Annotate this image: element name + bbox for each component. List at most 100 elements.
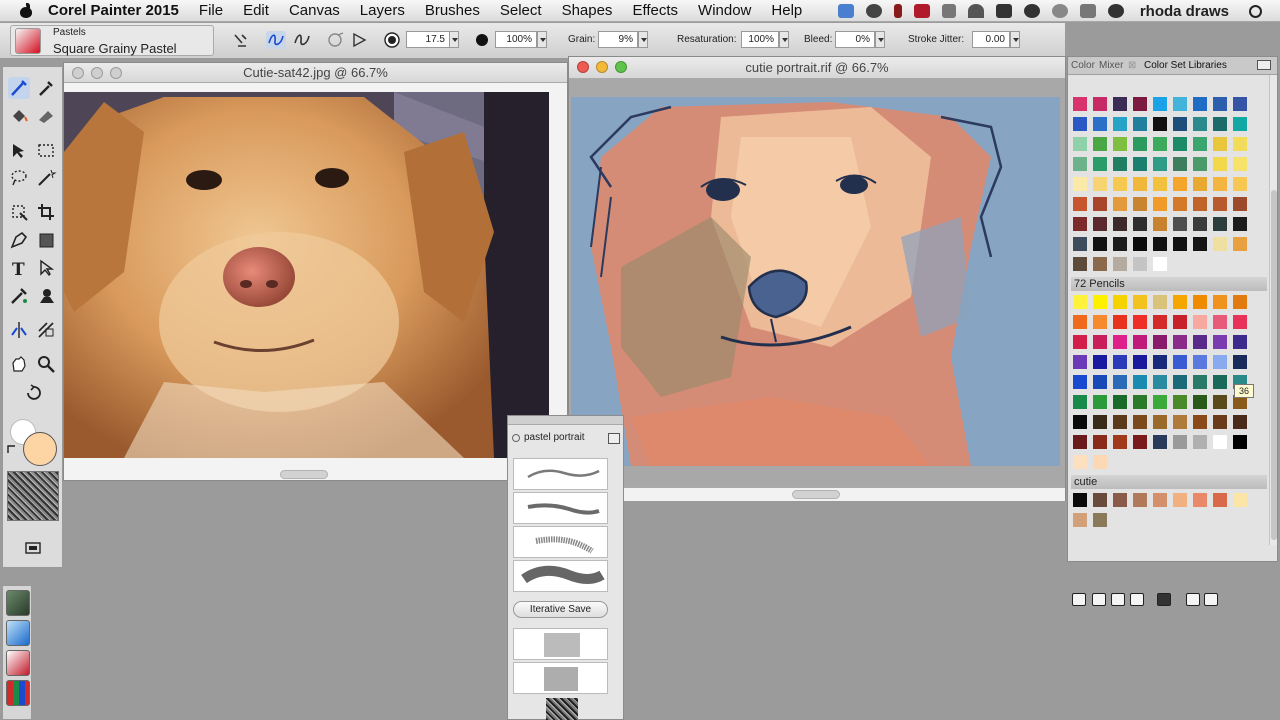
menu-file[interactable]: File (189, 2, 233, 19)
color-swatch[interactable] (1133, 97, 1147, 111)
grainy-blender-button[interactable] (513, 628, 608, 660)
main-color-swatch[interactable] (23, 432, 57, 466)
pastel-stroke-thin-button[interactable] (513, 458, 608, 490)
color-swatch[interactable] (1073, 435, 1087, 449)
color-swatch[interactable] (1173, 435, 1187, 449)
scroll-thumb[interactable] (1271, 190, 1277, 540)
color-swatch[interactable] (1073, 295, 1087, 309)
color-swatch[interactable] (1113, 395, 1127, 409)
color-swatch[interactable] (1113, 355, 1127, 369)
grabber-tool-icon[interactable] (8, 353, 30, 375)
color-set-from-layer-icon[interactable] (1130, 593, 1144, 606)
color-swatch[interactable] (1233, 295, 1247, 309)
rotate-page-tool-icon[interactable] (22, 383, 44, 405)
color-swatch[interactable] (1233, 335, 1247, 349)
iterative-save-button[interactable]: Iterative Save (513, 601, 608, 618)
color-swatch[interactable] (1073, 177, 1087, 191)
gradient-library-icon[interactable] (6, 620, 30, 646)
palette-menu-icon[interactable] (608, 433, 620, 444)
close-tab-icon[interactable]: ⊠ (1128, 60, 1136, 71)
color-swatch[interactable] (1073, 237, 1087, 251)
color-swatch[interactable] (1173, 375, 1187, 389)
color-swatch[interactable] (1213, 395, 1227, 409)
damping-icon[interactable] (292, 31, 312, 49)
nozzle-library-icon[interactable] (6, 650, 30, 676)
color-swatch[interactable] (1113, 117, 1127, 131)
color-swatch[interactable] (1093, 257, 1107, 271)
color-swatch[interactable] (1073, 197, 1087, 211)
shape-tool-icon[interactable] (35, 229, 57, 251)
text-tool-icon[interactable]: T (8, 257, 30, 280)
color-swatch[interactable] (1173, 335, 1187, 349)
menu-window[interactable]: Window (688, 2, 761, 19)
opacity-field[interactable]: 100% (495, 31, 537, 48)
color-swatch[interactable] (1153, 335, 1167, 349)
color-swatch[interactable] (1133, 237, 1147, 251)
menu-app[interactable]: Corel Painter 2015 (46, 2, 189, 19)
color-swatch[interactable] (1213, 177, 1227, 191)
color-swatch[interactable] (1093, 237, 1107, 251)
sync-icon[interactable] (1023, 4, 1040, 18)
color-swatch[interactable] (1213, 197, 1227, 211)
color-swatch[interactable] (1133, 117, 1147, 131)
triangle-icon[interactable] (350, 31, 370, 49)
color-swatch[interactable] (1213, 435, 1227, 449)
color-swatch[interactable] (1213, 355, 1227, 369)
color-swatch[interactable] (1193, 355, 1207, 369)
color-swatch[interactable] (1093, 395, 1107, 409)
color-swatch[interactable] (1153, 97, 1167, 111)
color-swatch[interactable] (1173, 355, 1187, 369)
lasso-tool-icon[interactable] (8, 167, 30, 189)
color-swatch[interactable] (1213, 315, 1227, 329)
menu-edit[interactable]: Edit (233, 2, 279, 19)
wifi-icon[interactable] (967, 4, 984, 18)
recorder-icon[interactable] (913, 4, 930, 18)
color-swatch[interactable] (1233, 493, 1247, 507)
color-swatch[interactable] (1073, 375, 1087, 389)
color-swatch[interactable] (1153, 295, 1167, 309)
color-swatch[interactable] (1073, 117, 1087, 131)
pastel-stroke-grainy-button[interactable] (513, 526, 608, 558)
color-swatch[interactable] (1073, 257, 1087, 271)
resaturation-field[interactable]: 100% (741, 31, 779, 48)
color-swatch[interactable] (1093, 375, 1107, 389)
paper-texture-selector[interactable] (7, 471, 59, 521)
rubber-stamp-tool-icon[interactable] (35, 285, 57, 307)
resaturation-dropdown[interactable] (779, 31, 789, 48)
color-swatch[interactable] (1153, 197, 1167, 211)
color-swatch[interactable] (1093, 137, 1107, 151)
color-swatch[interactable] (1153, 375, 1167, 389)
close-button[interactable] (72, 67, 84, 79)
color-swatch[interactable] (1173, 493, 1187, 507)
vertical-scrollbar[interactable] (1269, 75, 1277, 545)
tab-mixer[interactable]: Mixer (1099, 60, 1123, 71)
color-swatch[interactable] (1233, 157, 1247, 171)
color-swatch[interactable] (1093, 97, 1107, 111)
color-swatch[interactable] (1153, 315, 1167, 329)
tab-color[interactable]: Color (1071, 60, 1095, 71)
tab-color-set-libraries[interactable]: Color Set Libraries (1144, 60, 1227, 71)
color-swatch[interactable] (1113, 97, 1127, 111)
color-swatch[interactable] (1173, 237, 1187, 251)
color-swatch[interactable] (1153, 257, 1167, 271)
color-set-from-image-icon[interactable] (1111, 593, 1125, 606)
menu-shapes[interactable]: Shapes (552, 2, 623, 19)
magnifier-tool-icon[interactable] (35, 353, 57, 375)
minimize-button[interactable] (596, 61, 608, 73)
move-icon[interactable] (941, 4, 956, 18)
size-dropdown[interactable] (449, 31, 459, 48)
pen-tool-icon[interactable] (8, 229, 30, 251)
color-swatch[interactable] (1093, 117, 1107, 131)
color-swatch[interactable] (1153, 177, 1167, 191)
display-icon[interactable] (995, 4, 1012, 18)
section-72-pencils[interactable]: 72 Pencils (1071, 277, 1267, 291)
color-swatch[interactable] (1093, 315, 1107, 329)
swap-colors-icon[interactable] (6, 443, 18, 455)
mirror-painting-tool-icon[interactable] (8, 319, 30, 341)
palette-tab[interactable]: pastel portrait (508, 430, 623, 446)
color-swatch[interactable] (1073, 315, 1087, 329)
color-swatch[interactable] (1153, 157, 1167, 171)
color-swatch[interactable] (1133, 157, 1147, 171)
stroke-jitter-field[interactable]: 0.00 (972, 31, 1010, 48)
section-cutie[interactable]: cutie (1071, 475, 1267, 489)
